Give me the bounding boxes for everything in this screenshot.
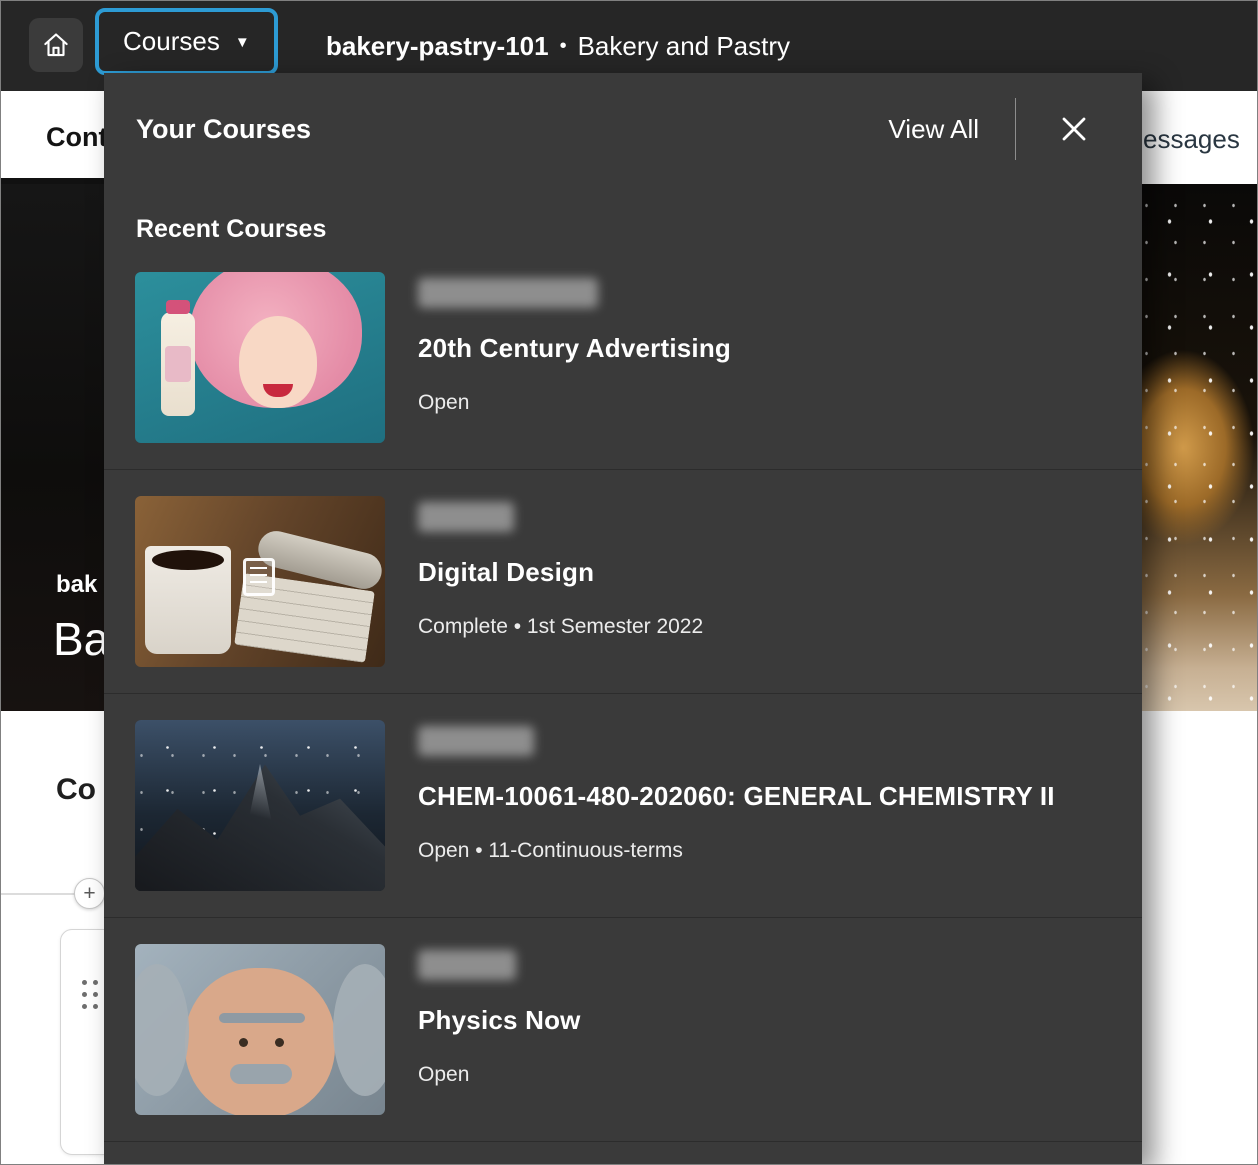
course-id-redacted-badge [418,502,514,532]
caret-down-icon: ▼ [235,32,250,51]
thumbnail-art [263,384,293,397]
course-row-chemistry[interactable]: CHEM-10061-480-202060: GENERAL CHEMISTRY… [104,694,1142,918]
thumbnail-art [239,1038,248,1047]
course-row-physics[interactable]: Physics Now Open [104,918,1142,1142]
courses-dropdown-panel: Your Courses View All Recent Courses 20t… [104,73,1142,1165]
course-info: Physics Now Open [418,944,581,1115]
banner-course-title-partial: Ba [53,612,109,666]
app-window: Courses ▼ bakery-pastry-101 • Bakery and… [0,0,1258,1165]
course-row-digital-design[interactable]: Digital Design Complete • 1st Semester 2… [104,470,1142,694]
course-thumbnail-digital-design [135,496,385,667]
course-status: Open [418,391,469,415]
course-status: Open [418,1063,469,1087]
course-info: 20th Century Advertising Open [418,272,731,443]
view-all-link[interactable]: View All [888,114,979,145]
course-info: Digital Design Complete • 1st Semester 2… [418,496,703,667]
course-id-redacted-badge [418,278,598,308]
course-banner-left: bak Ba [1,184,104,711]
breadcrumb-course-id: bakery-pastry-101 [326,31,549,62]
course-thumbnail-advertising [135,272,385,443]
close-button[interactable] [1052,107,1096,151]
home-icon [41,30,71,60]
dropdown-title: Your Courses [136,114,888,145]
home-button[interactable] [29,18,83,72]
banner-course-id-partial: bak [56,571,97,599]
thumbnail-art [135,964,189,1096]
document-icon [243,558,275,596]
drag-handle-icon[interactable] [82,980,87,985]
course-status: Complete • 1st Semester 2022 [418,615,703,639]
course-thumbnail-chemistry [135,720,385,891]
course-title: Physics Now [418,1005,581,1036]
course-title: CHEM-10061-480-202060: GENERAL CHEMISTRY… [418,781,1055,812]
breadcrumb-course-name: Bakery and Pastry [578,31,790,62]
course-banner-right [1142,184,1258,711]
close-icon [1058,113,1090,145]
dropdown-header: Your Courses View All [104,73,1142,185]
thumbnail-art [161,312,195,416]
recent-courses-heading: Recent Courses [136,215,1142,244]
courses-menu-label: Courses [123,26,220,57]
course-row-advertising[interactable]: 20th Century Advertising Open [104,246,1142,470]
course-thumbnail-physics [135,944,385,1115]
course-info: CHEM-10061-480-202060: GENERAL CHEMISTRY… [418,720,1055,891]
course-title: 20th Century Advertising [418,333,731,364]
content-section-heading-partial: Co [56,773,96,807]
course-title: Digital Design [418,557,594,588]
course-status: Open • 11-Continuous-terms [418,839,683,863]
add-content-button[interactable]: + [74,878,105,909]
tab-content-partial[interactable]: Cont [46,122,107,153]
course-id-redacted-badge [418,726,534,756]
courses-menu-button[interactable]: Courses ▼ [95,8,278,75]
breadcrumb-separator: • [560,35,567,58]
course-id-redacted-badge [418,950,516,980]
tab-messages-partial[interactable]: essages [1143,124,1240,155]
header-divider [1015,98,1016,160]
